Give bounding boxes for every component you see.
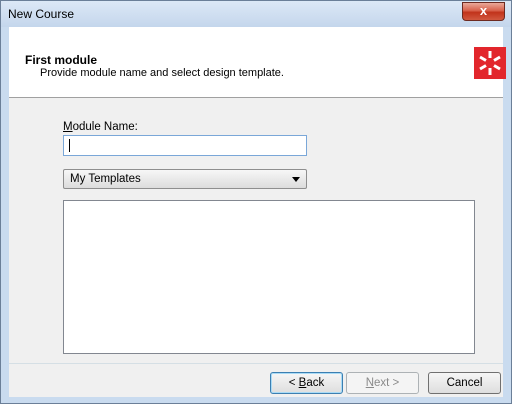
page-subtitle: Provide module name and select design te… [40,67,284,79]
app-logo-icon [474,47,506,79]
page-title: First module [25,53,98,67]
template-dropdown-value: My Templates [70,173,141,185]
footer-divider [9,363,503,364]
close-button[interactable]: x [462,2,505,21]
new-course-dialog: New Course x First module Provide module… [0,0,512,404]
wizard-header: First module Provide module name and sel… [9,27,506,98]
next-button[interactable]: Next > [346,372,419,394]
chevron-down-icon[interactable] [292,177,300,182]
title-bar[interactable]: New Course x [1,1,511,27]
template-dropdown[interactable]: My Templates [63,169,307,189]
close-icon: x [479,3,488,18]
module-name-label: Module Name: [63,121,138,133]
module-name-input[interactable] [63,135,307,156]
template-list[interactable] [63,200,475,354]
window-title: New Course [8,7,75,21]
cancel-button[interactable]: Cancel [428,372,501,394]
text-caret [69,139,70,152]
back-button[interactable]: < Back [270,372,343,394]
dialog-body: First module Provide module name and sel… [9,27,506,397]
